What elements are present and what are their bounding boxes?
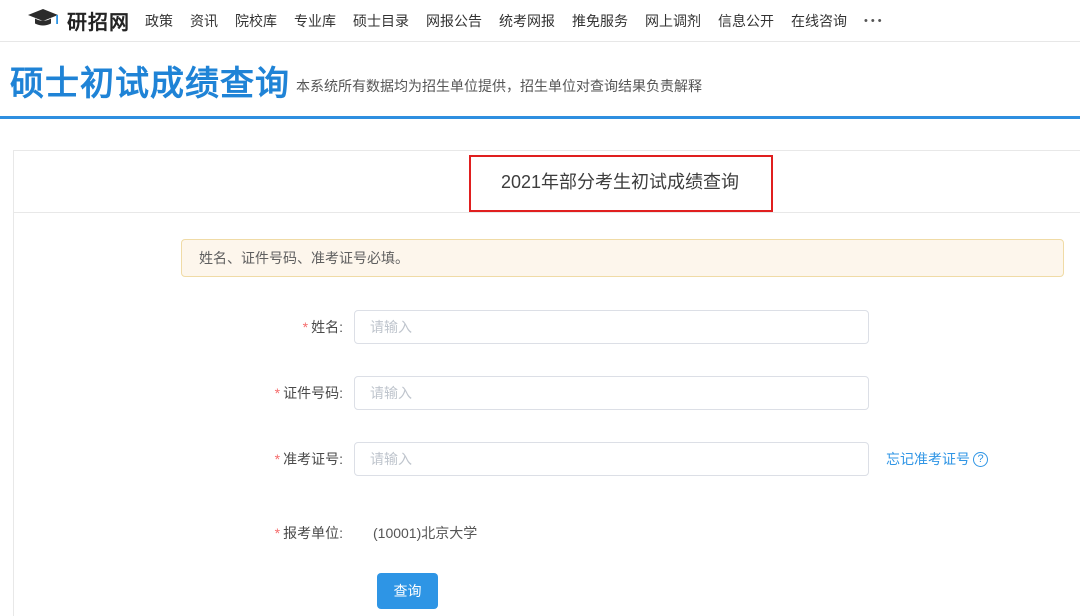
nav-item-news[interactable]: 资讯 <box>190 11 218 31</box>
nav-item-master-catalog[interactable]: 硕士目录 <box>353 11 409 31</box>
id-number-input[interactable] <box>354 376 869 410</box>
site-logo-text: 研招网 <box>67 6 130 35</box>
institution-label: *报考单位: <box>164 516 343 550</box>
nav-item-exemption-service[interactable]: 推免服务 <box>572 11 628 31</box>
id-number-label: *证件号码: <box>164 376 343 410</box>
nav-item-online-adjustment[interactable]: 网上调剂 <box>645 11 701 31</box>
question-circle-icon[interactable]: ? <box>973 452 988 467</box>
graduation-cap-icon <box>26 6 60 35</box>
nav-item-policy[interactable]: 政策 <box>145 11 173 31</box>
name-label: *姓名: <box>164 310 343 344</box>
institution-value: (10001)北京大学 <box>373 516 477 550</box>
ticket-number-input[interactable] <box>354 442 869 476</box>
card-title: 2021年部分考生初试成绩查询 <box>14 151 1080 213</box>
required-marker: * <box>275 385 280 401</box>
name-input[interactable] <box>354 310 869 344</box>
required-marker: * <box>275 525 280 541</box>
nav-item-info-disclosure[interactable]: 信息公开 <box>718 11 774 31</box>
required-marker: * <box>303 319 308 335</box>
nav-more-ellipsis[interactable]: ••• <box>864 15 885 27</box>
nav-item-unified-exam-report[interactable]: 统考网报 <box>499 11 555 31</box>
nav-item-college-db[interactable]: 院校库 <box>235 11 277 31</box>
nav-item-major-db[interactable]: 专业库 <box>294 11 336 31</box>
card-header: 2021年部分考生初试成绩查询 <box>14 151 1080 213</box>
page-subtitle: 本系统所有数据均为招生单位提供，招生单位对查询结果负责解释 <box>296 76 702 96</box>
page: 研招网 政策 资讯 院校库 专业库 硕士目录 网报公告 统考网报 推免服务 网上… <box>0 0 1080 616</box>
site-logo[interactable]: 研招网 <box>26 6 130 35</box>
nav-item-online-consult[interactable]: 在线咨询 <box>791 11 847 31</box>
header-divider <box>0 116 1080 119</box>
page-title: 硕士初试成绩查询 <box>10 56 290 105</box>
required-notice: 姓名、证件号码、准考证号必填。 <box>181 239 1064 277</box>
query-button[interactable]: 查询 <box>377 573 438 609</box>
top-nav: 研招网 政策 资讯 院校库 专业库 硕士目录 网报公告 统考网报 推免服务 网上… <box>0 0 1080 42</box>
nav-item-report-notice[interactable]: 网报公告 <box>426 11 482 31</box>
nav-menu: 政策 资讯 院校库 专业库 硕士目录 网报公告 统考网报 推免服务 网上调剂 信… <box>145 11 885 31</box>
ticket-number-label: *准考证号: <box>164 442 343 476</box>
required-marker: * <box>275 451 280 467</box>
query-card: 2021年部分考生初试成绩查询 姓名、证件号码、准考证号必填。 *姓名: *证件… <box>13 150 1080 616</box>
forgot-ticket-link[interactable]: 忘记准考证号? <box>886 442 988 476</box>
